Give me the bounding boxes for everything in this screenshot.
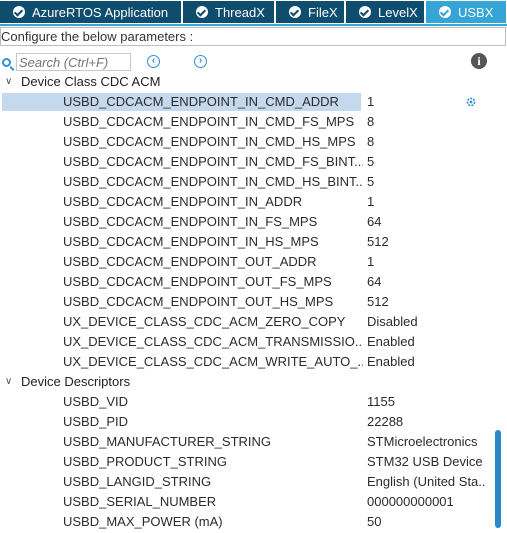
checkmark-icon (289, 6, 301, 18)
table-row[interactable]: USBD_SERIAL_NUMBER 000000000001 (0, 492, 494, 512)
table-row[interactable]: USBD_VID 1155 (0, 392, 494, 412)
param-value[interactable]: 512 (367, 232, 485, 252)
table-row[interactable]: USBD_CDCACM_ENDPOINT_OUT_ADDR 1 (0, 252, 494, 272)
chevron-right-circle-icon[interactable]: › (194, 55, 207, 68)
tab-label: LevelX (378, 4, 418, 20)
tab-label: USBX (458, 4, 494, 20)
param-name: USBD_CDCACM_ENDPOINT_IN_FS_MPS (63, 214, 318, 229)
table-row[interactable]: USBD_CDCACM_ENDPOINT_IN_CMD_ADDR 1 (0, 92, 494, 112)
info-icon[interactable]: i (471, 53, 487, 69)
table-row[interactable]: USBD_MAX_POWER (mA) 50 (0, 512, 494, 532)
param-name: USBD_CDCACM_ENDPOINT_IN_HS_MPS (63, 234, 319, 249)
param-name: USBD_VID (63, 394, 129, 409)
param-name: USBD_LANGID_STRING (63, 474, 212, 489)
param-name: USBD_CDCACM_ENDPOINT_IN_CMD_HS_MPS (63, 134, 356, 149)
param-name: USBD_CDCACM_ENDPOINT_IN_CMD_FS_BINT... (63, 154, 363, 169)
param-name: USBD_PRODUCT_STRING (63, 454, 227, 469)
tab-threadx[interactable]: ThreadX (183, 1, 275, 23)
table-row[interactable]: UX_DEVICE_CLASS_CDC_ACM_TRANSMISSIO... E… (0, 332, 494, 352)
param-value[interactable]: 22288 (367, 412, 485, 432)
param-value[interactable]: STMicroelectronics (367, 432, 485, 452)
parameter-tree: ∨ Device Class CDC ACM USBD_CDCACM_ENDPO… (0, 72, 494, 532)
tab-filex[interactable]: FileX (276, 1, 345, 23)
param-name: USBD_CDCACM_ENDPOINT_OUT_FS_MPS (63, 274, 332, 289)
param-name: UX_DEVICE_CLASS_CDC_ACM_TRANSMISSIO... (63, 334, 363, 349)
table-row[interactable]: USBD_MANUFACTURER_STRING STMicroelectron… (0, 432, 494, 452)
param-value[interactable]: 5 (367, 152, 485, 172)
param-name: USBD_CDCACM_ENDPOINT_IN_CMD_ADDR (63, 94, 339, 109)
param-value[interactable]: 1 (367, 252, 485, 272)
search-input[interactable] (16, 53, 131, 71)
checkmark-icon (359, 6, 371, 18)
checkmark-icon (196, 6, 208, 18)
param-value[interactable]: 64 (367, 212, 485, 232)
param-value[interactable]: 5 (367, 172, 485, 192)
param-value[interactable]: Disabled (367, 312, 485, 332)
param-name: UX_DEVICE_CLASS_CDC_ACM_WRITE_AUTO_... (63, 354, 363, 369)
gear-icon[interactable] (465, 96, 477, 108)
tab-usbx[interactable]: USBX (426, 1, 507, 23)
param-name: USBD_CDCACM_ENDPOINT_OUT_HS_MPS (63, 294, 334, 309)
tab-label: ThreadX (215, 4, 265, 20)
group-device-descriptors[interactable]: ∨ Device Descriptors (0, 372, 494, 392)
param-name: USBD_PID (63, 414, 129, 429)
param-value[interactable]: 64 (367, 272, 485, 292)
table-row[interactable]: UX_DEVICE_CLASS_CDC_ACM_ZERO_COPY Disabl… (0, 312, 494, 332)
search-icon (2, 57, 11, 67)
param-name: USBD_CDCACM_ENDPOINT_OUT_ADDR (63, 254, 317, 269)
vertical-scrollbar-thumb[interactable] (495, 430, 501, 528)
group-device-class-cdc-acm[interactable]: ∨ Device Class CDC ACM (0, 72, 494, 92)
param-name: UX_DEVICE_CLASS_CDC_ACM_ZERO_COPY (63, 314, 346, 329)
param-value[interactable]: 1 (367, 192, 485, 212)
param-name: USBD_CDCACM_ENDPOINT_IN_CMD_HS_BINT... (63, 174, 363, 189)
param-name: USBD_MAX_POWER (mA) (63, 514, 223, 529)
checkmark-icon (13, 6, 25, 18)
tab-bar: AzureRTOS Application ThreadX FileX Leve… (0, 0, 507, 24)
tab-label: AzureRTOS Application (32, 4, 169, 20)
tab-azurertos-application[interactable]: AzureRTOS Application (0, 1, 182, 23)
param-value[interactable]: 000000000001 (367, 492, 485, 512)
param-name: USBD_CDCACM_ENDPOINT_IN_ADDR (63, 194, 303, 209)
param-value[interactable]: STM32 USB Device (367, 452, 485, 472)
table-row[interactable]: USBD_CDCACM_ENDPOINT_IN_CMD_FS_MPS 8 (0, 112, 494, 132)
chevron-down-icon[interactable]: ∨ (5, 72, 12, 92)
search-icon-wrap (2, 53, 11, 71)
chevron-left-circle-icon[interactable]: ‹ (147, 55, 160, 68)
table-row[interactable]: USBD_CDCACM_ENDPOINT_IN_CMD_HS_BINT... 5 (0, 172, 494, 192)
param-name: USBD_SERIAL_NUMBER (63, 494, 217, 509)
param-value[interactable]: Enabled (367, 352, 485, 372)
param-value[interactable]: Enabled (367, 332, 485, 352)
group-label: Device Class CDC ACM (21, 74, 161, 89)
table-row[interactable]: UX_DEVICE_CLASS_CDC_ACM_WRITE_AUTO_... E… (0, 352, 494, 372)
chevron-down-icon[interactable]: ∨ (5, 372, 12, 392)
table-row[interactable]: USBD_CDCACM_ENDPOINT_IN_CMD_FS_BINT... 5 (0, 152, 494, 172)
checkmark-icon (439, 6, 451, 18)
config-header: Configure the below parameters : (0, 27, 506, 46)
param-value[interactable]: 8 (367, 132, 485, 152)
tab-levelx[interactable]: LevelX (346, 1, 425, 23)
table-row[interactable]: USBD_CDCACM_ENDPOINT_OUT_FS_MPS 64 (0, 272, 494, 292)
param-value[interactable]: 512 (367, 292, 485, 312)
param-name: USBD_CDCACM_ENDPOINT_IN_CMD_FS_MPS (63, 114, 355, 129)
table-row[interactable]: USBD_PID 22288 (0, 412, 494, 432)
table-row[interactable]: USBD_PRODUCT_STRING STM32 USB Device (0, 452, 494, 472)
table-row[interactable]: USBD_CDCACM_ENDPOINT_IN_ADDR 1 (0, 192, 494, 212)
param-value[interactable]: 8 (367, 112, 485, 132)
table-row[interactable]: USBD_CDCACM_ENDPOINT_OUT_HS_MPS 512 (0, 292, 494, 312)
table-row[interactable]: USBD_CDCACM_ENDPOINT_IN_CMD_HS_MPS 8 (0, 132, 494, 152)
param-value[interactable]: 1155 (367, 392, 485, 412)
param-value[interactable]: English (United Sta... (367, 472, 485, 492)
table-row[interactable]: USBD_CDCACM_ENDPOINT_IN_HS_MPS 512 (0, 232, 494, 252)
param-name: USBD_MANUFACTURER_STRING (63, 434, 272, 449)
group-label: Device Descriptors (21, 374, 131, 389)
table-row[interactable]: USBD_CDCACM_ENDPOINT_IN_FS_MPS 64 (0, 212, 494, 232)
tab-label: FileX (308, 4, 338, 20)
table-row[interactable]: USBD_LANGID_STRING English (United Sta..… (0, 472, 494, 492)
tab-underline (0, 24, 507, 26)
param-value[interactable]: 50 (367, 512, 485, 532)
